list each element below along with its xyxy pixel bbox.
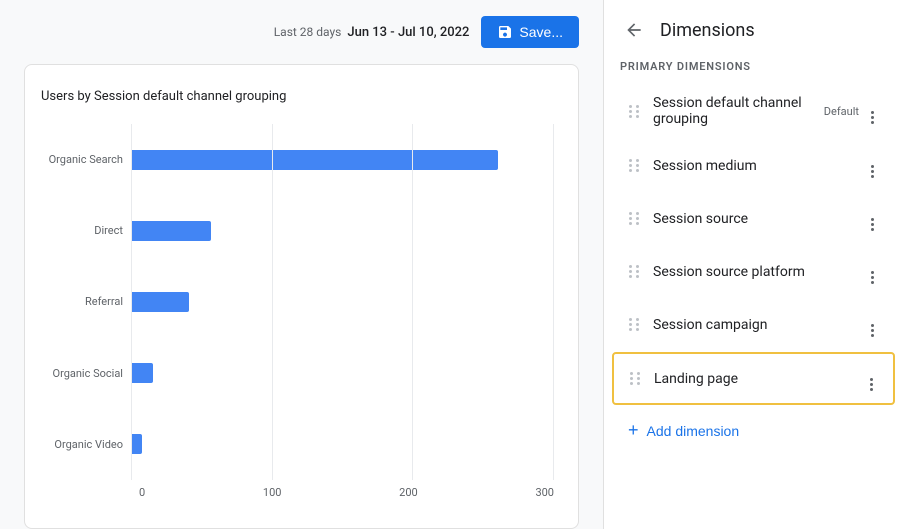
top-bar: Last 28 days Jun 13 - Jul 10, 2022 Save.… — [0, 16, 603, 64]
drag-handle-icon — [629, 318, 641, 331]
more-button[interactable] — [866, 364, 877, 393]
save-button[interactable]: Save... — [481, 16, 579, 48]
drag-handle-icon — [629, 159, 641, 172]
more-dots-icon — [871, 271, 874, 284]
bars-section: Organic Search Direct Referral Organic Soci… — [41, 124, 554, 480]
dimension-name: Session campaign — [653, 317, 867, 333]
more-button[interactable] — [867, 151, 878, 180]
dimension-name: Session source — [653, 211, 867, 227]
bar-row — [131, 359, 554, 387]
more-dots-icon — [871, 218, 874, 231]
drag-handle-icon — [629, 105, 641, 118]
panel-title: Dimensions — [660, 20, 755, 41]
save-label: Save... — [519, 24, 563, 40]
date-range: Last 28 days Jun 13 - Jul 10, 2022 — [274, 25, 470, 40]
drag-handle-icon — [629, 212, 641, 225]
chart-area: Organic Search Direct Referral Organic Soci… — [41, 124, 554, 499]
y-label: Organic Search — [41, 153, 123, 166]
y-labels: Organic Search Direct Referral Organic Soci… — [41, 124, 131, 480]
right-panel: Dimensions PRIMARY DIMENSIONS Session de… — [603, 0, 903, 529]
more-dots-icon — [871, 165, 874, 178]
dimension-item-session-campaign[interactable]: Session campaign — [612, 299, 895, 350]
x-label: 200 — [399, 486, 418, 499]
more-button[interactable] — [867, 97, 878, 126]
bar-row — [131, 288, 554, 316]
bar — [131, 221, 211, 241]
y-label: Direct — [41, 224, 123, 237]
x-label: 0 — [139, 486, 145, 499]
dimension-item-session-source[interactable]: Session source — [612, 193, 895, 244]
bar-row — [131, 146, 554, 174]
more-button[interactable] — [867, 257, 878, 286]
bar-row — [131, 430, 554, 458]
y-label: Referral — [41, 295, 123, 308]
x-label: 300 — [535, 486, 554, 499]
dimension-name: Landing page — [654, 371, 866, 387]
y-label: Organic Social — [41, 367, 123, 380]
dimension-item-session-medium[interactable]: Session medium — [612, 140, 895, 191]
bar — [131, 150, 498, 170]
more-button[interactable] — [867, 310, 878, 339]
dimension-item-session-source-platform[interactable]: Session source platform — [612, 246, 895, 297]
date-value: Jun 13 - Jul 10, 2022 — [347, 25, 469, 40]
back-arrow-icon — [624, 20, 644, 40]
dimension-item-session-default[interactable]: Session default channel groupingDefault — [612, 84, 895, 138]
panel-header: Dimensions — [604, 16, 903, 60]
chart-container: Users by Session default channel groupin… — [24, 64, 579, 529]
default-badge: Default — [824, 105, 859, 118]
dimension-name: Session medium — [653, 158, 867, 174]
back-button[interactable] — [620, 16, 648, 44]
x-label: 100 — [263, 486, 282, 499]
dimension-list: Session default channel groupingDefaultS… — [604, 83, 903, 406]
dimension-name: Session source platform — [653, 264, 867, 280]
add-dimension-button[interactable]: + Add dimension — [612, 410, 895, 451]
chart-title: Users by Session default channel groupin… — [41, 89, 554, 104]
bars-area — [131, 124, 554, 480]
x-axis: 0 100 200 300 — [41, 480, 554, 499]
more-dots-icon — [871, 324, 874, 337]
bar — [131, 292, 189, 312]
more-dots-icon — [870, 378, 873, 391]
date-label: Last 28 days — [274, 25, 342, 39]
add-icon: + — [628, 420, 639, 441]
add-dimension-label: Add dimension — [647, 423, 740, 439]
drag-handle-icon — [629, 265, 641, 278]
more-dots-icon — [871, 111, 874, 124]
section-label: PRIMARY DIMENSIONS — [604, 60, 903, 83]
drag-handle-icon — [630, 372, 642, 385]
bar — [131, 434, 142, 454]
y-label: Organic Video — [41, 438, 123, 451]
bar-row — [131, 217, 554, 245]
more-button[interactable] — [867, 204, 878, 233]
x-labels: 0 100 200 300 — [139, 486, 554, 499]
save-icon — [497, 24, 513, 40]
bar — [131, 363, 153, 383]
dimension-name: Session default channel grouping — [653, 95, 824, 127]
left-panel: Last 28 days Jun 13 - Jul 10, 2022 Save.… — [0, 0, 603, 529]
dimension-item-landing-page[interactable]: Landing page — [612, 352, 895, 405]
